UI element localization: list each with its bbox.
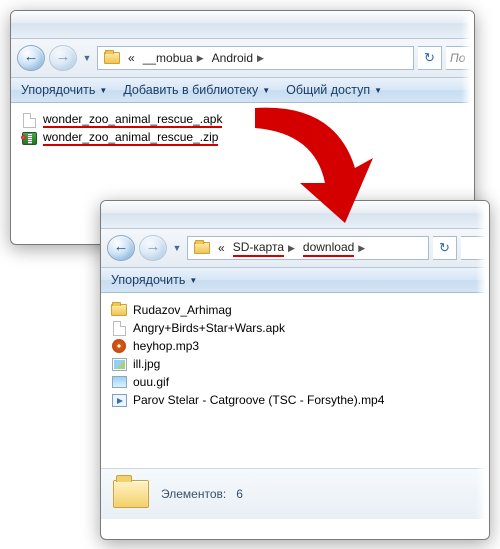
image-icon xyxy=(111,374,127,390)
breadcrumb-item[interactable]: Android▶ xyxy=(208,47,268,69)
breadcrumb[interactable]: « SD-карта▶ download▶ xyxy=(187,236,429,260)
file-name: wonder_zoo_animal_rescue_.apk xyxy=(43,112,222,128)
folder-icon xyxy=(104,50,120,66)
list-item[interactable]: ouu.gif xyxy=(107,373,483,391)
list-item[interactable]: Parov Stelar - Catgroove (TSC - Forsythe… xyxy=(107,391,483,409)
audio-icon xyxy=(111,338,127,354)
forward-button[interactable]: → xyxy=(49,45,77,71)
organize-menu[interactable]: Упорядочить▼ xyxy=(21,83,107,97)
file-name: wonder_zoo_animal_rescue_.zip xyxy=(43,130,218,146)
file-name: Parov Stelar - Catgroove (TSC - Forsythe… xyxy=(133,393,384,407)
list-item[interactable]: ill.jpg xyxy=(107,355,483,373)
nav-row: ← → ▼ « SD-карта▶ download▶ ↻ xyxy=(101,229,489,268)
breadcrumb-item[interactable]: download▶ xyxy=(299,237,369,259)
toolbar: Упорядочить▼ xyxy=(101,268,489,293)
status-count: 6 xyxy=(236,487,243,501)
nav-row: ← → ▼ « __mobua▶ Android▶ ↻ По xyxy=(11,39,474,78)
file-name: Angry+Birds+Star+Wars.apk xyxy=(133,321,285,335)
list-item[interactable]: wonder_zoo_animal_rescue_.zip xyxy=(17,129,468,147)
forward-button[interactable]: → xyxy=(139,235,167,261)
toolbar: Упорядочить▼ Добавить в библиотеку▼ Общи… xyxy=(11,78,474,103)
refresh-button[interactable]: ↻ xyxy=(433,236,457,260)
breadcrumb-item[interactable]: __mobua▶ xyxy=(139,47,208,69)
add-to-library-menu[interactable]: Добавить в библиотеку▼ xyxy=(123,83,270,97)
share-menu[interactable]: Общий доступ▼ xyxy=(286,83,382,97)
breadcrumb-item[interactable]: SD-карта▶ xyxy=(229,237,299,259)
file-icon xyxy=(111,320,127,336)
list-item[interactable]: wonder_zoo_animal_rescue_.apk xyxy=(17,111,468,129)
list-item[interactable]: heyhop.mp3 xyxy=(107,337,483,355)
file-name: Rudazov_Arhimag xyxy=(133,303,232,317)
status-bar: Элементов: 6 xyxy=(101,468,489,519)
edge-fade xyxy=(476,201,490,539)
back-button[interactable]: ← xyxy=(17,45,45,71)
file-name: heyhop.mp3 xyxy=(133,339,199,353)
file-icon xyxy=(21,112,37,128)
explorer-window-target: ← → ▼ « SD-карта▶ download▶ ↻ Упорядочит… xyxy=(100,200,490,540)
titlebar[interactable] xyxy=(101,201,489,229)
breadcrumb-overflow[interactable]: « xyxy=(214,237,229,259)
list-item[interactable]: Angry+Birds+Star+Wars.apk xyxy=(107,319,483,337)
image-icon xyxy=(111,356,127,372)
list-item[interactable]: Rudazov_Arhimag xyxy=(107,301,483,319)
file-name: ouu.gif xyxy=(133,375,169,389)
file-list: Rudazov_Arhimag Angry+Birds+Star+Wars.ap… xyxy=(101,293,489,468)
archive-icon xyxy=(21,130,37,146)
titlebar[interactable] xyxy=(11,11,474,39)
refresh-button[interactable]: ↻ xyxy=(418,46,442,70)
history-dropdown[interactable]: ▼ xyxy=(171,235,183,261)
history-dropdown[interactable]: ▼ xyxy=(81,45,93,71)
file-name: ill.jpg xyxy=(133,357,160,371)
folder-icon xyxy=(111,302,127,318)
organize-menu[interactable]: Упорядочить▼ xyxy=(111,273,197,287)
status-label: Элементов: xyxy=(161,487,226,501)
folder-icon xyxy=(111,477,151,511)
folder-icon xyxy=(194,240,210,256)
back-button[interactable]: ← xyxy=(107,235,135,261)
breadcrumb-overflow[interactable]: « xyxy=(124,47,139,69)
video-icon xyxy=(111,392,127,408)
breadcrumb[interactable]: « __mobua▶ Android▶ xyxy=(97,46,414,70)
